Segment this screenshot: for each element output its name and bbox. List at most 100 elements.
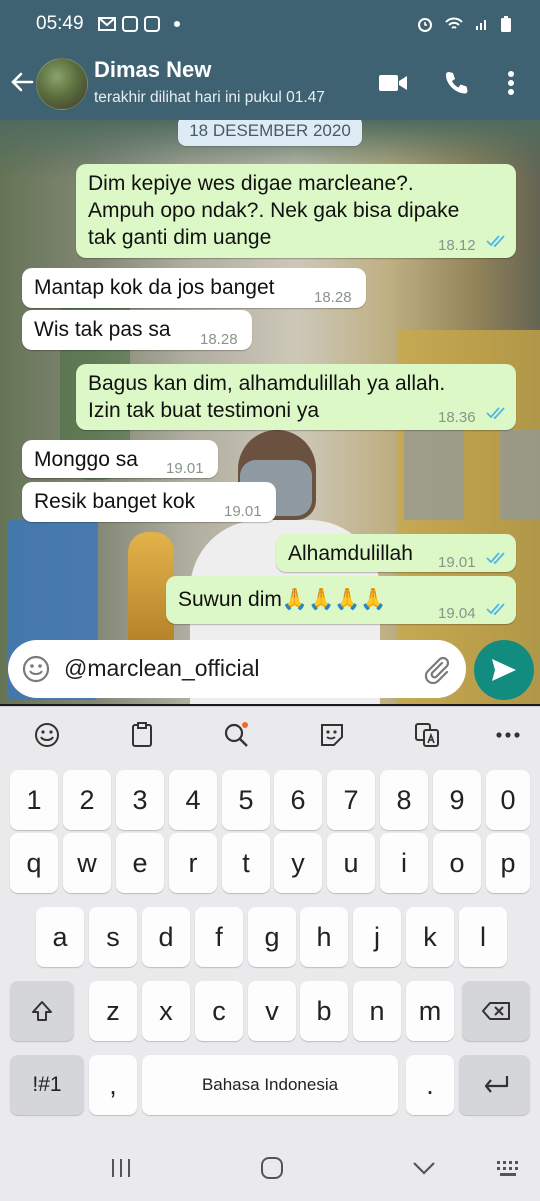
key-c[interactable]: c (195, 981, 243, 1041)
message-text: Dim kepiye wes digae marcleane?. Ampuh o… (88, 170, 459, 251)
read-receipt-icon (486, 552, 505, 565)
message-input-bar[interactable]: @marclean_official (8, 640, 466, 698)
key-w[interactable]: w (63, 833, 111, 893)
key-g[interactable]: g (248, 907, 296, 967)
message-bubble-outgoing[interactable]: Alhamdulillah 19.01 (276, 534, 516, 572)
emoji-icon[interactable] (22, 655, 50, 683)
app-icon (121, 16, 138, 32)
key-9[interactable]: 9 (433, 770, 481, 830)
message-time: 19.04 (438, 605, 476, 622)
message-text: Mantap kok da jos banget (34, 276, 275, 299)
backspace-key[interactable] (462, 981, 530, 1041)
backspace-icon (482, 1002, 510, 1020)
symbols-key[interactable]: !#1 (10, 1055, 84, 1115)
key-a[interactable]: a (36, 907, 84, 967)
key-p[interactable]: p (486, 833, 530, 893)
key-k[interactable]: k (406, 907, 454, 967)
key-x[interactable]: x (142, 981, 190, 1041)
key-j[interactable]: j (353, 907, 401, 967)
video-camera-icon (379, 75, 407, 91)
message-text: Wis tak pas sa (34, 318, 171, 341)
key-u[interactable]: u (327, 833, 375, 893)
key-4[interactable]: 4 (169, 770, 217, 830)
search-icon[interactable] (222, 721, 250, 749)
key-0[interactable]: 0 (486, 770, 530, 830)
key-h[interactable]: h (300, 907, 348, 967)
voice-call-button[interactable] (439, 66, 473, 100)
shift-icon (32, 1001, 52, 1021)
key-z[interactable]: z (89, 981, 137, 1041)
message-bubble-incoming[interactable]: Wis tak pas sa 18.28 (22, 310, 252, 350)
attach-icon[interactable] (422, 654, 450, 684)
contact-name[interactable]: Dimas New (94, 57, 211, 83)
translate-icon[interactable] (413, 721, 441, 749)
send-button[interactable] (474, 640, 534, 700)
message-text: Suwun dim🙏🙏🙏🙏 (178, 588, 387, 611)
signal-icon (476, 20, 486, 30)
gmail-icon (97, 17, 116, 31)
key-m[interactable]: m (406, 981, 454, 1041)
message-bubble-outgoing[interactable]: Suwun dim🙏🙏🙏🙏 19.04 (166, 576, 516, 624)
keyboard: 1 2 3 4 5 6 7 8 9 0 q w e r t y u i o p … (0, 706, 540, 1201)
message-bubble-incoming[interactable]: Mantap kok da jos banget 18.28 (22, 268, 366, 308)
back-arrow-icon[interactable] (8, 68, 36, 96)
key-o[interactable]: o (433, 833, 481, 893)
key-3[interactable]: 3 (116, 770, 164, 830)
key-r[interactable]: r (169, 833, 217, 893)
chat-header: Dimas New terakhir dilihat hari ini puku… (0, 48, 540, 120)
more-notifications-dot (173, 21, 180, 27)
period-key[interactable]: . (406, 1055, 454, 1115)
message-bubble-outgoing[interactable]: Bagus kan dim, alhamdulillah ya allah. I… (76, 364, 516, 430)
key-b[interactable]: b (300, 981, 348, 1041)
clipboard-icon[interactable] (128, 721, 156, 749)
sticker-icon[interactable] (318, 721, 346, 749)
key-n[interactable]: n (353, 981, 401, 1041)
space-key[interactable]: Bahasa Indonesia (142, 1055, 398, 1115)
key-t[interactable]: t (222, 833, 270, 893)
key-2[interactable]: 2 (63, 770, 111, 830)
key-7[interactable]: 7 (327, 770, 375, 830)
key-s[interactable]: s (89, 907, 137, 967)
key-q[interactable]: q (10, 833, 58, 893)
message-text: Monggo sa (34, 448, 138, 471)
keyboard-icon[interactable] (496, 1160, 522, 1178)
shift-key[interactable] (10, 981, 74, 1041)
more-options-button[interactable] (494, 66, 528, 100)
key-i[interactable]: i (380, 833, 428, 893)
key-6[interactable]: 6 (274, 770, 322, 830)
key-5[interactable]: 5 (222, 770, 270, 830)
key-8[interactable]: 8 (380, 770, 428, 830)
wifi-icon (445, 17, 463, 29)
message-time: 19.01 (166, 460, 204, 477)
recent-apps-icon[interactable] (110, 1158, 132, 1178)
enter-icon (484, 1076, 508, 1093)
last-seen-status: terakhir dilihat hari ini pukul 01.47 (94, 89, 325, 106)
message-bubble-incoming[interactable]: Monggo sa 19.01 (22, 440, 218, 478)
message-time: 18.36 (438, 409, 476, 426)
message-time: 19.01 (438, 554, 476, 571)
chevron-down-icon[interactable] (412, 1160, 436, 1176)
message-bubble-outgoing[interactable]: Dim kepiye wes digae marcleane?. Ampuh o… (76, 164, 516, 258)
key-1[interactable]: 1 (10, 770, 58, 830)
status-time: 05:49 (36, 13, 84, 34)
read-receipt-icon (486, 407, 505, 420)
key-e[interactable]: e (116, 833, 164, 893)
battery-icon (501, 16, 511, 32)
video-call-button[interactable] (376, 66, 410, 100)
message-bubble-incoming[interactable]: Resik banget kok 19.01 (22, 482, 276, 522)
message-input[interactable]: @marclean_official (64, 655, 260, 682)
system-icons (416, 15, 512, 33)
key-y[interactable]: y (274, 833, 322, 893)
more-horiz-icon[interactable] (494, 721, 522, 749)
comma-key[interactable]: , (89, 1055, 137, 1115)
home-icon[interactable] (260, 1156, 284, 1180)
key-d[interactable]: d (142, 907, 190, 967)
enter-key[interactable] (459, 1055, 530, 1115)
key-l[interactable]: l (459, 907, 507, 967)
key-f[interactable]: f (195, 907, 243, 967)
app-icon (143, 16, 160, 32)
contact-avatar[interactable] (36, 58, 88, 110)
date-separator: 18 DESEMBER 2020 (178, 120, 362, 146)
emoji-keyboard-icon[interactable] (33, 721, 61, 749)
key-v[interactable]: v (248, 981, 296, 1041)
